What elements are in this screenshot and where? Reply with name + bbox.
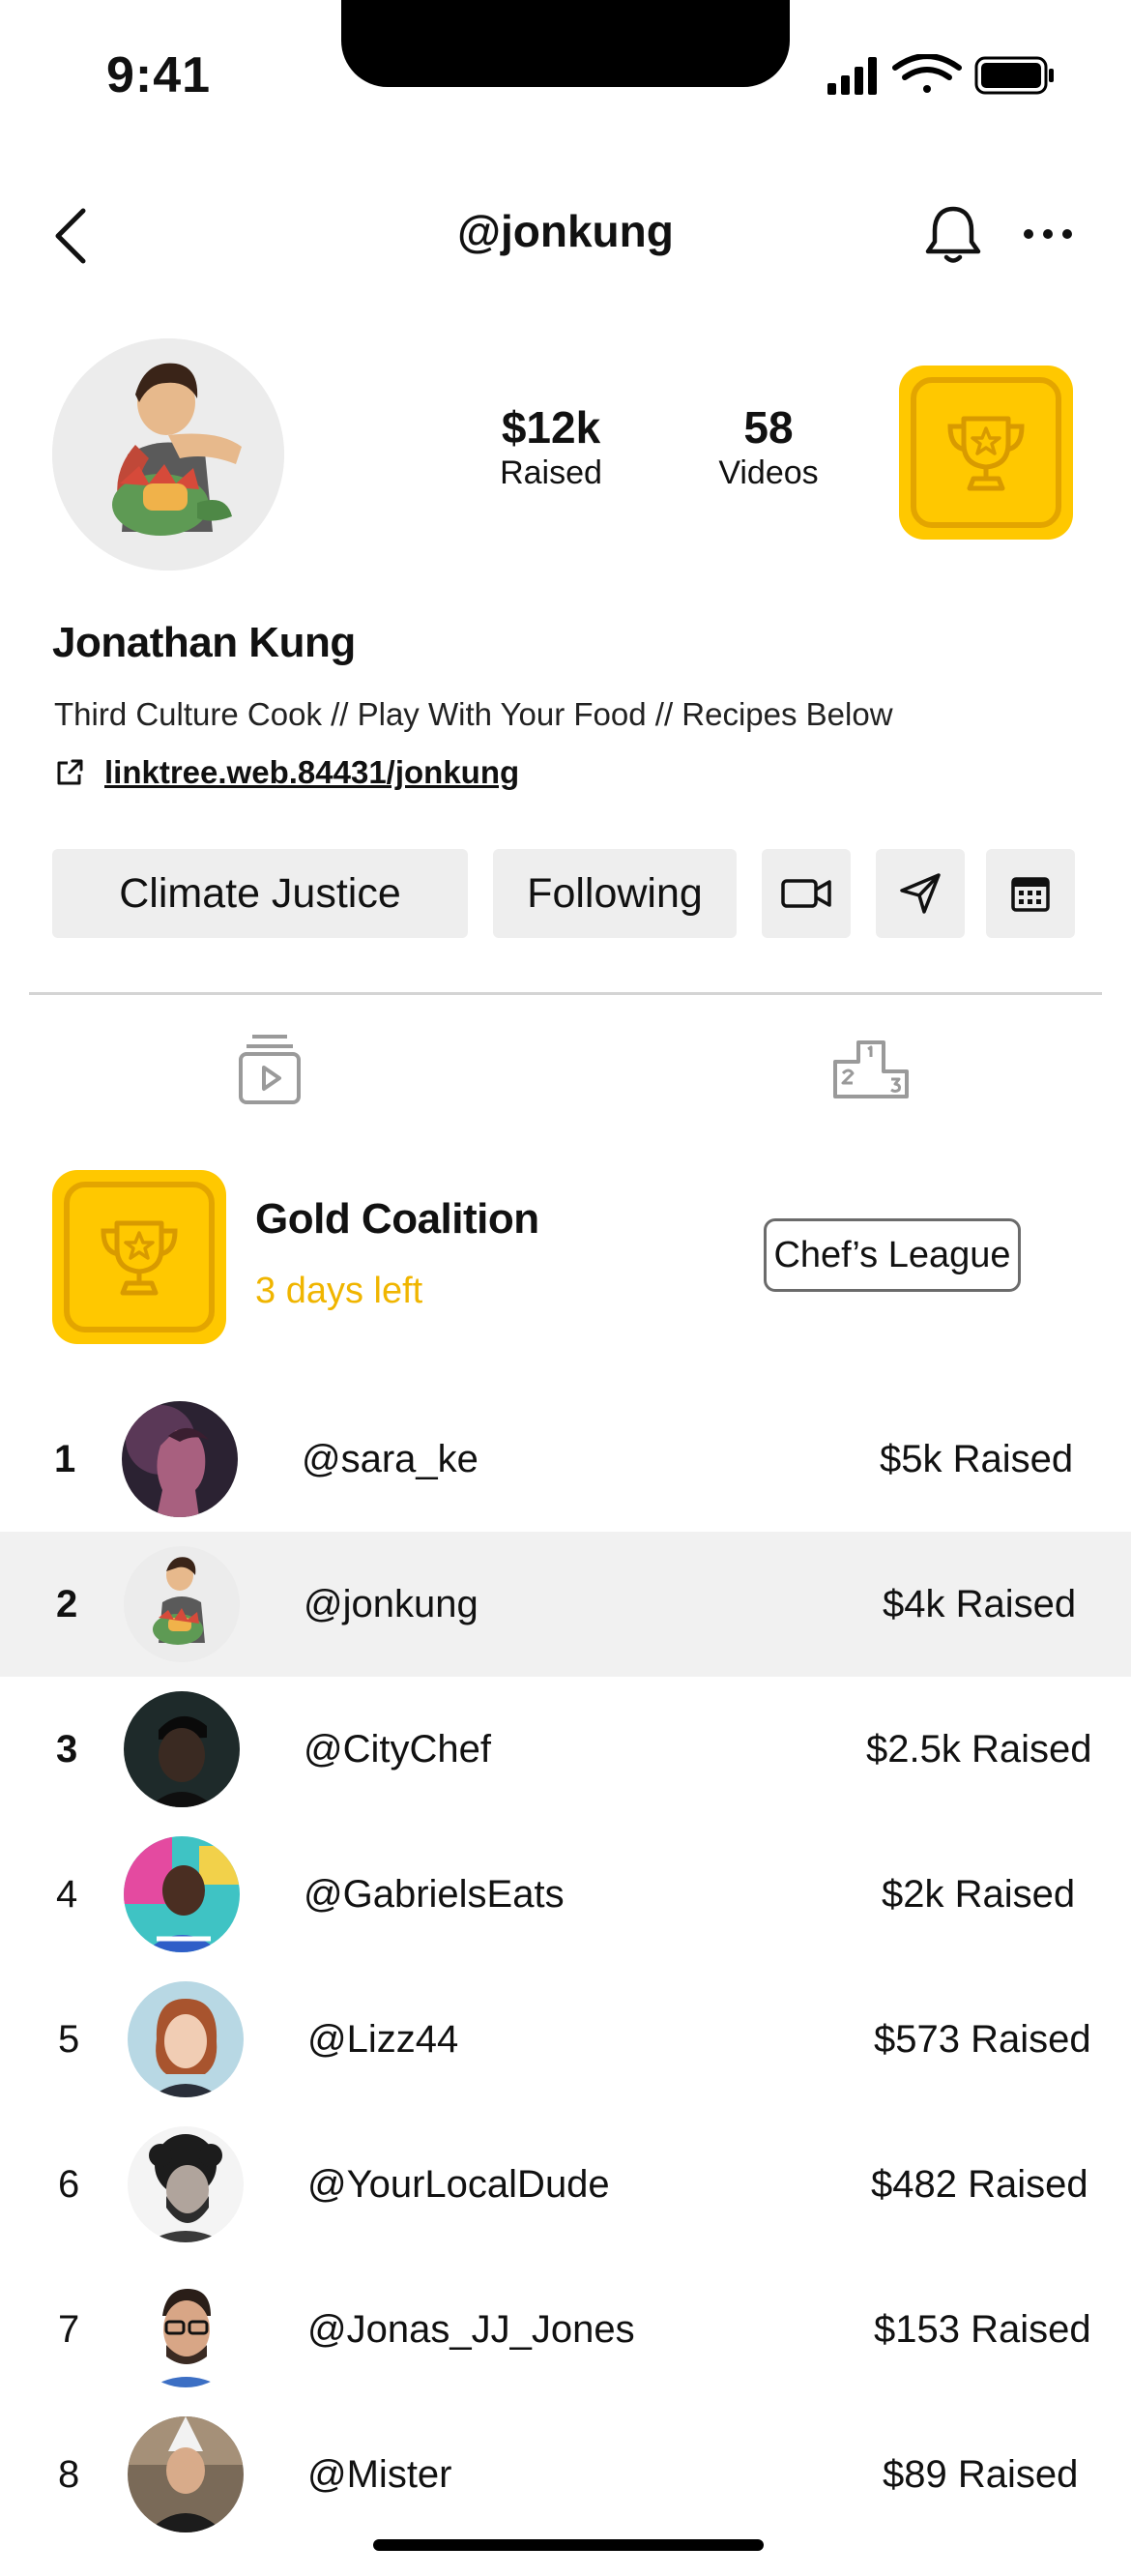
row-handle[interactable]: @CityChef — [304, 1677, 491, 1822]
row-raised: $2.5k Raised — [866, 1727, 1092, 1771]
leaderboard-row-5[interactable]: 5 @Lizz44 $573 Raised — [0, 1967, 1131, 2112]
league-trophy-frame — [64, 1182, 215, 1332]
battery-icon — [974, 56, 1054, 95]
avatar[interactable] — [128, 1981, 244, 2097]
more-options-icon[interactable] — [1021, 222, 1075, 246]
league-time-left: 3 days left — [255, 1271, 423, 1311]
calendar-icon — [1011, 877, 1050, 912]
row-rank: 7 — [58, 2307, 80, 2351]
profile-bio: Third Culture Cook // Play With Your Foo… — [54, 696, 893, 732]
avatar-photo — [124, 1691, 240, 1807]
home-indicator[interactable] — [373, 2539, 764, 2551]
trophy-badge-frame — [911, 377, 1061, 528]
leaderboard-row-6[interactable]: 6 @YourLocalDude $482 Raised — [0, 2112, 1131, 2257]
leaderboard-row-1[interactable]: 1 @sara_ke $5k Raised — [0, 1387, 1131, 1532]
row-raised: $482 Raised — [871, 2162, 1088, 2206]
podium-icon — [833, 1040, 909, 1098]
avatar[interactable] — [124, 1836, 240, 1952]
stat-raised-label: Raised — [500, 454, 602, 491]
row-handle[interactable]: @sara_ke — [302, 1387, 478, 1532]
league-trophy-icon — [101, 1220, 178, 1296]
send-message-button[interactable] — [876, 849, 965, 938]
leaderboard-row-7[interactable]: 7 @Jonas_JJ_Jones $153 Raised — [0, 2257, 1131, 2402]
row-raised: $573 Raised — [874, 2017, 1091, 2061]
avatar-photo — [124, 1546, 240, 1662]
row-handle[interactable]: @YourLocalDude — [307, 2112, 610, 2257]
avatar[interactable] — [124, 1546, 240, 1662]
row-raised: $5k Raised — [880, 1437, 1074, 1480]
stat-raised: $12k Raised — [474, 401, 628, 492]
stat-videos-value: 58 — [743, 402, 794, 453]
following-button[interactable]: Following — [493, 849, 737, 938]
section-divider — [29, 992, 1102, 995]
row-rank: 5 — [58, 2017, 80, 2061]
league-title: Gold Coalition — [255, 1195, 539, 1243]
stat-videos-label: Videos — [718, 454, 819, 491]
row-rank: 4 — [56, 1872, 78, 1916]
row-raised: $2k Raised — [882, 1872, 1076, 1916]
status-time: 9:41 — [106, 47, 212, 103]
avatar[interactable] — [124, 1691, 240, 1807]
row-raised: $4k Raised — [883, 1582, 1077, 1625]
video-camera-icon — [781, 879, 831, 908]
league-trophy-badge — [52, 1170, 226, 1344]
avatar-illustration — [52, 338, 284, 571]
avatar-photo — [122, 1401, 238, 1517]
leaderboard-row-3[interactable]: 3 @CityChef $2.5k Raised — [0, 1677, 1131, 1822]
external-link-icon — [57, 759, 83, 785]
avatar-photo — [128, 2416, 244, 2532]
cause-button[interactable]: Climate Justice — [52, 849, 468, 938]
send-icon — [900, 873, 941, 914]
row-raised: $153 Raised — [874, 2307, 1091, 2351]
device-notch — [341, 0, 790, 87]
stat-raised-value: $12k — [501, 402, 601, 453]
row-rank: 8 — [58, 2452, 80, 2496]
avatar-photo — [124, 1836, 240, 1952]
leaderboard-row-4[interactable]: 4 @GabrielsEats $2k Raised — [0, 1822, 1131, 1967]
row-handle[interactable]: @Mister — [307, 2402, 452, 2547]
avatar-photo — [128, 1981, 244, 2097]
row-rank: 2 — [56, 1582, 78, 1625]
video-call-button[interactable] — [762, 849, 851, 938]
leaderboard-row-2[interactable]: 2 @jonkung $4k Raised — [0, 1532, 1131, 1677]
profile-avatar[interactable] — [52, 338, 284, 571]
leaderboard-row-8[interactable]: 8 @Mister $89 Raised — [0, 2402, 1131, 2547]
row-handle[interactable]: @Jonas_JJ_Jones — [307, 2257, 635, 2402]
avatar[interactable] — [128, 2126, 244, 2242]
row-handle[interactable]: @Lizz44 — [307, 1967, 458, 2112]
row-raised: $89 Raised — [883, 2452, 1079, 2496]
avatar[interactable] — [128, 2271, 244, 2387]
profile-name: Jonathan Kung — [52, 619, 356, 666]
trophy-icon — [947, 416, 1025, 491]
row-handle[interactable]: @GabrielsEats — [304, 1822, 565, 1967]
tab-videos[interactable] — [231, 1031, 308, 1108]
trophy-badge[interactable] — [899, 366, 1073, 540]
league-select-button[interactable]: Chef’s League — [764, 1218, 1021, 1292]
row-rank: 6 — [58, 2162, 80, 2206]
profile-link[interactable]: linktree.web.84431/jonkung — [54, 754, 519, 791]
avatar[interactable] — [122, 1401, 238, 1517]
signal-icon — [827, 57, 877, 95]
row-handle[interactable]: @jonkung — [304, 1532, 478, 1677]
video-stack-icon — [239, 1035, 301, 1104]
row-rank: 1 — [54, 1437, 76, 1480]
status-icons — [827, 54, 1054, 95]
stat-videos: 58 Videos — [691, 401, 846, 492]
calendar-button[interactable] — [986, 849, 1075, 938]
wifi-icon — [892, 54, 962, 93]
profile-link-text[interactable]: linktree.web.84431/jonkung — [104, 754, 519, 791]
avatar-photo — [128, 2271, 244, 2387]
tab-leaderboard[interactable] — [831, 1037, 911, 1100]
avatar-photo — [128, 2126, 244, 2242]
avatar[interactable] — [128, 2416, 244, 2532]
bell-icon[interactable] — [923, 203, 983, 265]
row-rank: 3 — [56, 1727, 78, 1771]
